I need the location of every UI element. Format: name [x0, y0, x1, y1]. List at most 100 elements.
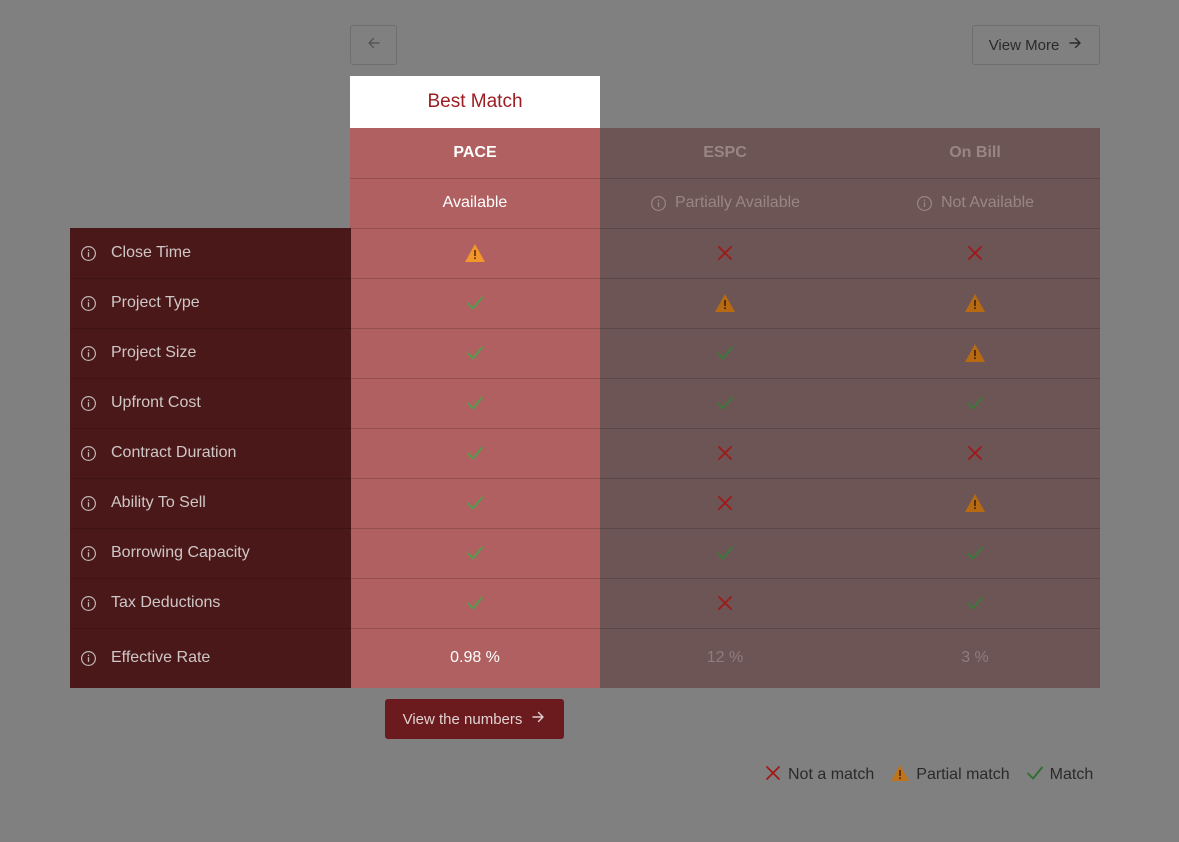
cell-pace-project-type [350, 278, 600, 328]
availability-label: Partially Available [674, 194, 801, 211]
criteria-row-ability-to-sell: Ability To Sell [70, 478, 350, 528]
info-icon[interactable] [916, 195, 933, 212]
warning-icon [964, 493, 986, 513]
checkmark-icon [465, 443, 485, 463]
info-icon[interactable] [80, 545, 97, 562]
x-icon [716, 244, 734, 262]
availability-espc: Partially Available [600, 178, 850, 228]
availability-on-bill: Not Available [850, 178, 1100, 228]
info-icon[interactable] [650, 195, 667, 212]
cell-espc-tax-deductions [600, 578, 850, 628]
availability-label: Not Available [940, 194, 1035, 211]
column-header-espc: ESPC [703, 144, 747, 161]
cell-espc-project-type [600, 278, 850, 328]
checkmark-icon [715, 393, 735, 413]
criteria-row-project-type: Project Type [70, 278, 350, 328]
info-icon[interactable] [80, 295, 97, 312]
criteria-label: Contract Duration [111, 444, 237, 461]
criteria-row-effective-rate: Effective Rate [70, 628, 350, 688]
info-icon[interactable] [80, 495, 97, 512]
cell-on-bill-upfront-cost [850, 378, 1100, 428]
legend: Not a match Partial match Match [764, 762, 1101, 788]
effective-rate-on-bill: 3 % [961, 649, 989, 666]
criteria-row-close-time: Close Time [70, 228, 350, 278]
view-the-numbers-button[interactable]: View the numbers [385, 699, 564, 739]
criteria-label: Tax Deductions [111, 594, 221, 611]
cell-on-bill-contract-duration [850, 428, 1100, 478]
legend-partial-match: Partial match [890, 764, 1010, 787]
info-icon[interactable] [80, 595, 97, 612]
cell-pace-ability-to-sell [350, 478, 600, 528]
legend-partial-match-label: Partial match [916, 766, 1010, 783]
cell-espc-upfront-cost [600, 378, 850, 428]
cell-on-bill-borrowing-capacity [850, 528, 1100, 578]
warning-icon [890, 764, 910, 787]
x-icon [716, 444, 734, 462]
warning-icon [964, 343, 986, 363]
legend-match-label: Match [1049, 766, 1094, 783]
x-icon [716, 594, 734, 612]
cell-on-bill-close-time [850, 228, 1100, 278]
availability-label: Available [442, 194, 508, 211]
info-icon[interactable] [80, 345, 97, 362]
cell-espc-borrowing-capacity [600, 528, 850, 578]
checkmark-icon [1026, 764, 1044, 787]
effective-rate-espc: 12 % [706, 649, 744, 666]
criteria-label: Ability To Sell [111, 494, 206, 511]
checkmark-icon [465, 543, 485, 563]
cell-pace-project-size [350, 328, 600, 378]
cell-pace-borrowing-capacity [350, 528, 600, 578]
cell-on-bill-tax-deductions [850, 578, 1100, 628]
column-header-on-bill: On Bill [949, 144, 1001, 161]
arrow-right-icon [1067, 35, 1083, 55]
info-icon[interactable] [80, 650, 97, 667]
checkmark-icon [465, 493, 485, 513]
info-icon[interactable] [80, 395, 97, 412]
column-header-pace: PACE [453, 144, 497, 161]
criteria-label: Project Type [111, 294, 200, 311]
checkmark-icon [965, 593, 985, 613]
legend-not-match-label: Not a match [788, 766, 875, 783]
checkmark-icon [715, 543, 735, 563]
checkmark-icon [465, 593, 485, 613]
checkmark-icon [715, 343, 735, 363]
arrow-left-icon [366, 35, 382, 56]
warning-icon [964, 293, 986, 313]
cell-pace-upfront-cost [350, 378, 600, 428]
info-icon[interactable] [80, 445, 97, 462]
x-icon [966, 244, 984, 262]
criteria-row-project-size: Project Size [70, 328, 350, 378]
checkmark-icon [965, 393, 985, 413]
cell-pace-tax-deductions [350, 578, 600, 628]
x-icon [966, 444, 984, 462]
cell-pace-close-time [350, 228, 600, 278]
view-the-numbers-label: View the numbers [402, 710, 523, 728]
back-button[interactable] [350, 25, 397, 65]
info-icon[interactable] [80, 245, 97, 262]
best-match-banner: Best Match [350, 76, 600, 128]
warning-icon [464, 243, 486, 263]
arrow-right-icon [530, 709, 546, 729]
warning-icon [714, 293, 736, 313]
checkmark-icon [465, 293, 485, 313]
criteria-row-contract-duration: Contract Duration [70, 428, 350, 478]
cell-on-bill-project-size [850, 328, 1100, 378]
cell-espc-project-size [600, 328, 850, 378]
checkmark-icon [465, 393, 485, 413]
criteria-row-tax-deductions: Tax Deductions [70, 578, 350, 628]
criteria-label: Close Time [111, 244, 192, 261]
legend-not-match: Not a match [764, 764, 874, 787]
checkmark-icon [465, 343, 485, 363]
criteria-label: Upfront Cost [111, 394, 201, 411]
cell-pace-contract-duration [350, 428, 600, 478]
criteria-row-borrowing-capacity: Borrowing Capacity [70, 528, 350, 578]
view-more-button[interactable]: View More [972, 25, 1100, 65]
criteria-row-upfront-cost: Upfront Cost [70, 378, 350, 428]
checkmark-icon [965, 543, 985, 563]
criteria-label: Effective Rate [111, 649, 211, 666]
effective-rate-pace: 0.98 % [450, 649, 500, 666]
legend-match: Match [1026, 764, 1094, 787]
x-icon [716, 494, 734, 512]
cell-espc-contract-duration [600, 428, 850, 478]
x-icon [764, 764, 782, 787]
